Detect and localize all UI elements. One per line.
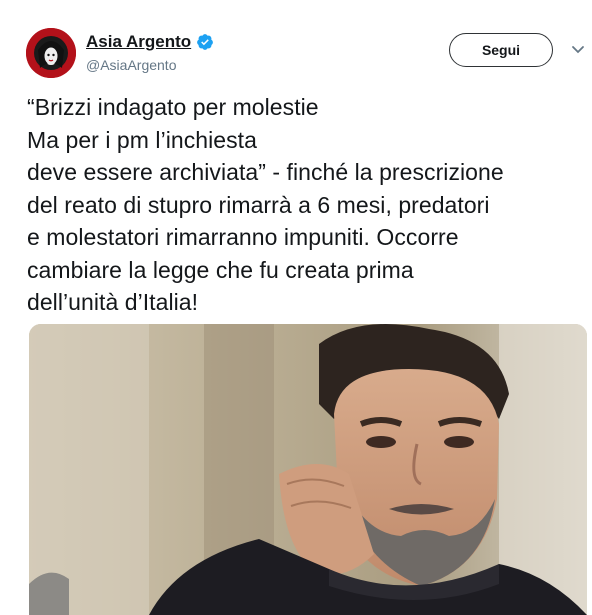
follow-button[interactable]: Segui [449,33,553,67]
tweet-media[interactable] [29,324,587,615]
tweet-text: “Brizzi indagato per molestie Ma per i p… [27,91,587,319]
author-handle[interactable]: @AsiaArgento [86,57,176,73]
tweet-text-line: dell’unità d’Italia! [27,289,199,315]
author-name-row[interactable]: Asia Argento [86,32,214,52]
photo-icon [29,324,587,615]
avatar[interactable] [26,28,76,78]
tweet-text-line: del reato di stupro rimarrà a 6 mesi, pr… [27,191,490,218]
tweet-card: Asia Argento @AsiaArgento Segui “Brizzi … [0,0,592,615]
chevron-down-icon[interactable] [571,45,585,55]
avatar-icon [26,28,76,78]
tweet-text-line: cambiare la legge che fu creata prima [27,256,414,283]
display-name[interactable]: Asia Argento [86,32,191,52]
tweet-text-line: e molestatori rimarranno impuniti. Occor… [27,224,459,250]
tweet-text-line: Ma per i pm l’inchiesta [27,126,257,153]
verified-badge-icon [197,34,214,50]
tweet-text-line: “Brizzi indagato per molestie [27,94,319,120]
tweet-text-line: deve essere archiviata” - finché la pres… [27,159,504,185]
